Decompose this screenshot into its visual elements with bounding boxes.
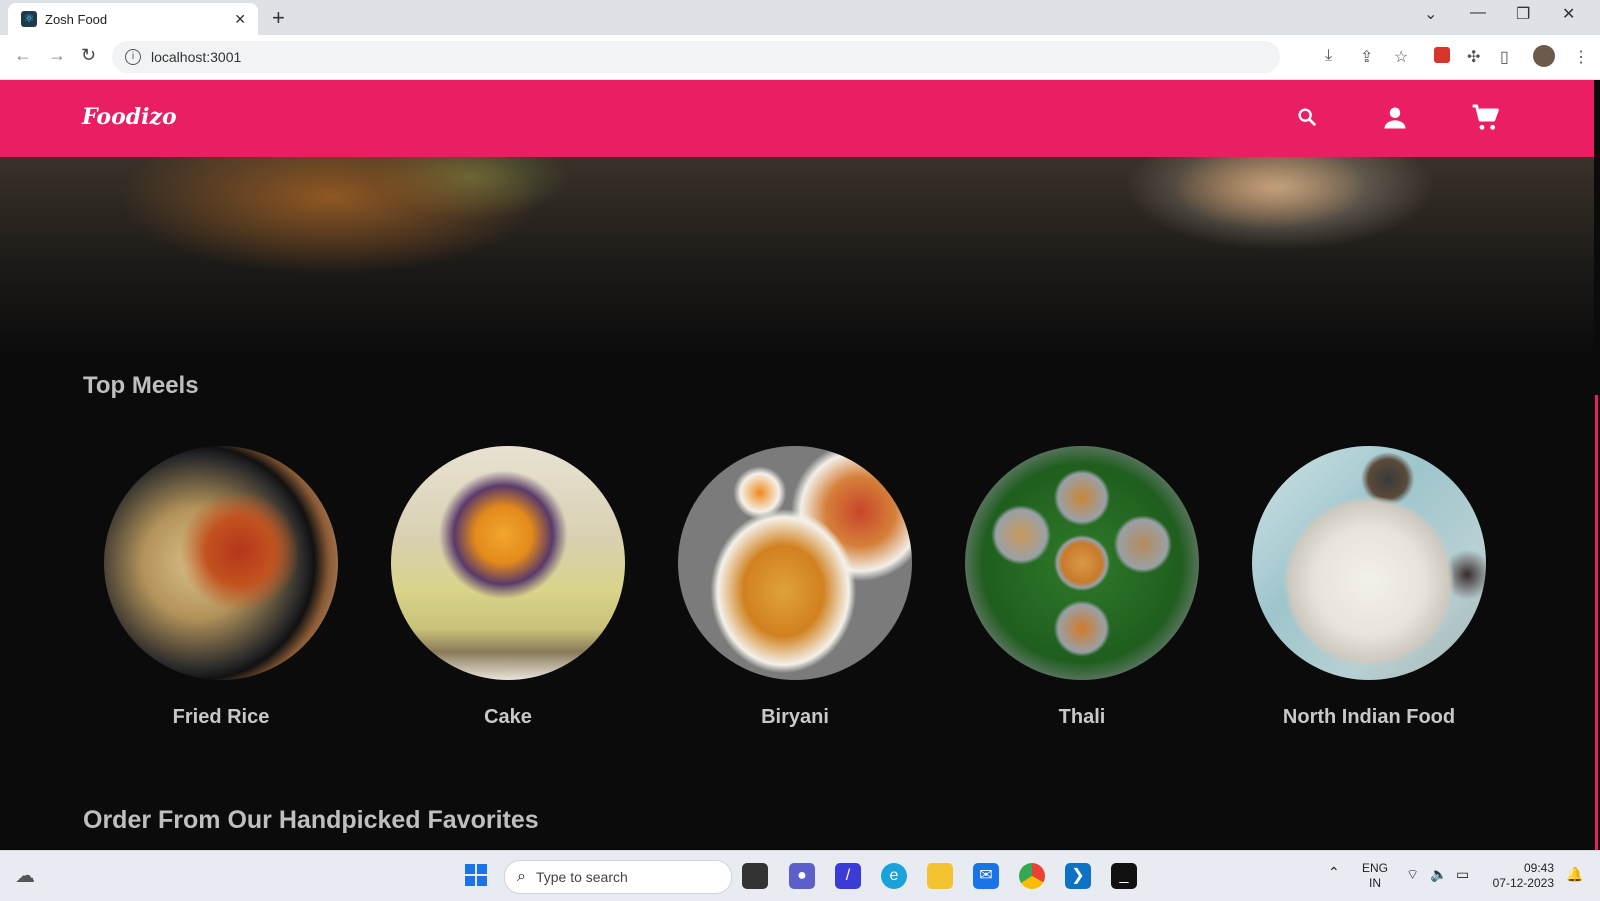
url-text: localhost:3001 [151, 49, 242, 65]
mail-icon[interactable]: ✉ [973, 863, 999, 889]
browser-menu-icon[interactable]: ⋮ [1573, 47, 1589, 67]
clock[interactable]: 09:43 07-12-2023 [1488, 861, 1554, 891]
hero-banner-image [0, 157, 1594, 357]
top-meals-title: Top Meels [83, 372, 199, 399]
page-scrollbar-thumb[interactable] [1595, 395, 1598, 850]
clock-time: 09:43 [1523, 861, 1554, 875]
site-info-icon[interactable]: i [125, 49, 141, 65]
install-icon[interactable]: ⤓ [1325, 47, 1332, 65]
tab-title: Zosh Food [45, 11, 108, 27]
notification-bell-icon[interactable]: 🔔 [1566, 867, 1583, 882]
browser-toolbar: ← → ↻ i localhost:3001 ⤓ ⇪ ☆ ✣ ▯ ⋮ [0, 35, 1600, 80]
taskbar-search-placeholder: Type to search [535, 869, 628, 885]
cart-icon[interactable] [1470, 102, 1502, 139]
terminal-icon[interactable]: _ [1111, 863, 1137, 889]
tab-search-chevron-icon[interactable]: ⌄ [1424, 4, 1437, 24]
meal-name: Cake [484, 706, 532, 728]
edge-browser-icon[interactable]: e [881, 863, 907, 889]
app-header: Foodizo [0, 80, 1594, 157]
window-close-icon[interactable]: ✕ [1562, 4, 1575, 24]
restore-icon[interactable]: ❐ [1516, 4, 1530, 24]
new-tab-icon[interactable]: + [272, 5, 285, 31]
top-meals-carousel: Fried Rice Cake Biryani Thali North Indi… [104, 446, 1504, 736]
meal-card-thali[interactable]: Thali [965, 446, 1199, 729]
side-panel-icon[interactable]: ▯ [1500, 47, 1509, 67]
minimize-icon[interactable]: — [1470, 4, 1486, 22]
meal-name: North Indian Food [1282, 706, 1456, 728]
wifi-icon[interactable]: ⌔ [1406, 867, 1419, 882]
app-logo[interactable]: Foodizo [82, 104, 177, 130]
extensions-puzzle-icon[interactable]: ✣ [1467, 47, 1480, 67]
show-hidden-icons-chevron-icon[interactable]: ⌃ [1328, 865, 1340, 880]
react-favicon-icon: ⚛ [21, 11, 37, 27]
windows-taskbar: ☁ ⌕ Type to search ● / e ✉ ❯ _ ⌃ ENG IN … [0, 850, 1600, 901]
favorites-title: Order From Our Handpicked Favorites [83, 806, 539, 834]
user-profile-icon[interactable] [1381, 104, 1409, 137]
meal-card-fried-rice[interactable]: Fried Rice [104, 446, 338, 729]
reload-icon[interactable]: ↻ [81, 45, 96, 66]
battery-icon[interactable]: ▭ [1456, 867, 1469, 882]
vscode-icon[interactable]: ❯ [1065, 863, 1091, 889]
biryani-image [678, 446, 912, 680]
taskbar-search-input[interactable]: ⌕ Type to search [504, 860, 732, 894]
language-indicator[interactable]: ENG IN [1362, 861, 1388, 891]
fried-rice-image [104, 446, 338, 680]
taskbar-search-icon: ⌕ [517, 868, 526, 885]
north-indian-food-image [1252, 446, 1486, 680]
address-bar[interactable]: i localhost:3001 [112, 41, 1280, 73]
teams-chat-icon[interactable]: ● [789, 863, 815, 889]
clock-date: 07-12-2023 [1492, 876, 1554, 890]
search-icon[interactable] [1296, 106, 1318, 133]
forward-icon[interactable]: → [48, 45, 66, 66]
meal-name: Fried Rice [172, 706, 270, 728]
browser-tab[interactable]: ⚛ Zosh Food ✕ [8, 3, 258, 35]
cake-image [391, 446, 625, 680]
editor-app-icon[interactable]: / [835, 863, 861, 889]
thali-image [965, 446, 1199, 680]
task-view-icon[interactable] [742, 863, 768, 889]
meal-name: Biryani [761, 706, 829, 728]
bookmark-star-icon[interactable]: ☆ [1394, 47, 1408, 67]
close-tab-icon[interactable]: ✕ [234, 11, 246, 28]
share-icon[interactable]: ⇪ [1360, 47, 1373, 67]
file-explorer-icon[interactable] [927, 863, 953, 889]
extension-icon[interactable] [1434, 47, 1450, 63]
chrome-browser-icon[interactable] [1019, 863, 1045, 889]
weather-widget-icon[interactable]: ☁ [12, 863, 38, 889]
browser-tab-bar: ⚛ Zosh Food ✕ + ⌄ — ❐ ✕ [0, 0, 1600, 35]
region-code: IN [1369, 876, 1381, 890]
back-icon[interactable]: ← [14, 45, 32, 66]
meal-card-north-indian-food[interactable]: North Indian Food [1252, 446, 1486, 729]
volume-icon[interactable]: 🔈 [1430, 867, 1447, 882]
profile-avatar[interactable] [1533, 45, 1555, 67]
meal-card-cake[interactable]: Cake [391, 446, 625, 729]
meal-name: Thali [1058, 706, 1106, 728]
windows-start-icon[interactable] [463, 863, 489, 889]
meal-card-biryani[interactable]: Biryani [678, 446, 912, 729]
language-code: ENG [1362, 861, 1389, 875]
